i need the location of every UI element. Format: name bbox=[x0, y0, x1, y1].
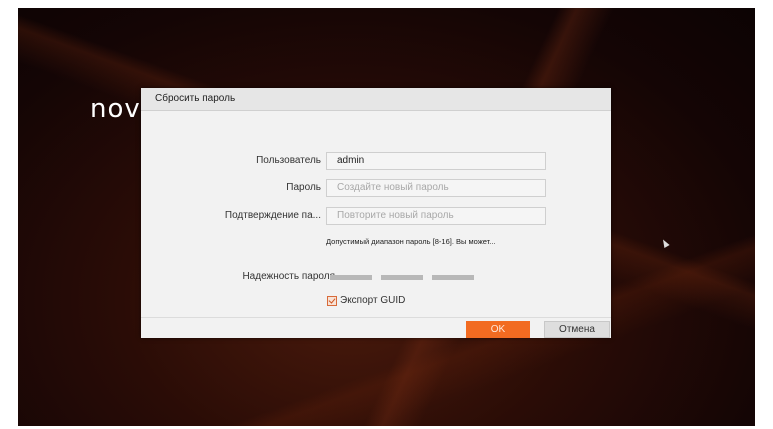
cancel-button[interactable]: Отмена bbox=[544, 321, 610, 338]
username-label: Пользователь bbox=[256, 155, 321, 166]
confirm-password-input[interactable]: Повторите новый пароль bbox=[326, 207, 546, 225]
username-row: Пользователь admin bbox=[141, 152, 611, 170]
password-row: Пароль Создайте новый пароль bbox=[141, 179, 611, 197]
password-label: Пароль bbox=[286, 182, 321, 193]
password-hint: Допустимый диапазон пароль [8-16]. Вы мо… bbox=[326, 237, 496, 246]
reset-password-dialog: Сбросить пароль Пользователь admin Парол… bbox=[141, 88, 611, 338]
footer-divider bbox=[141, 317, 611, 318]
strength-segment bbox=[330, 275, 372, 280]
strength-segment bbox=[381, 275, 423, 280]
confirm-password-row: Подтверждение па... Повторите новый паро… bbox=[141, 207, 611, 225]
strength-segment bbox=[432, 275, 474, 280]
password-strength-label: Надежность пароля bbox=[242, 271, 335, 282]
confirm-password-label: Подтверждение па... bbox=[224, 210, 321, 221]
dialog-title: Сбросить пароль bbox=[141, 88, 611, 111]
mouse-cursor-icon bbox=[660, 238, 670, 248]
password-strength-row: Надежность пароля bbox=[141, 268, 611, 286]
export-guid-label: Экспорт GUID bbox=[340, 295, 406, 306]
password-input[interactable]: Создайте новый пароль bbox=[326, 179, 546, 197]
ok-button[interactable]: OK bbox=[466, 321, 530, 338]
username-field[interactable]: admin bbox=[326, 152, 546, 170]
checkbox-checked-icon bbox=[327, 295, 337, 306]
export-guid-checkbox[interactable]: Экспорт GUID bbox=[327, 295, 405, 306]
